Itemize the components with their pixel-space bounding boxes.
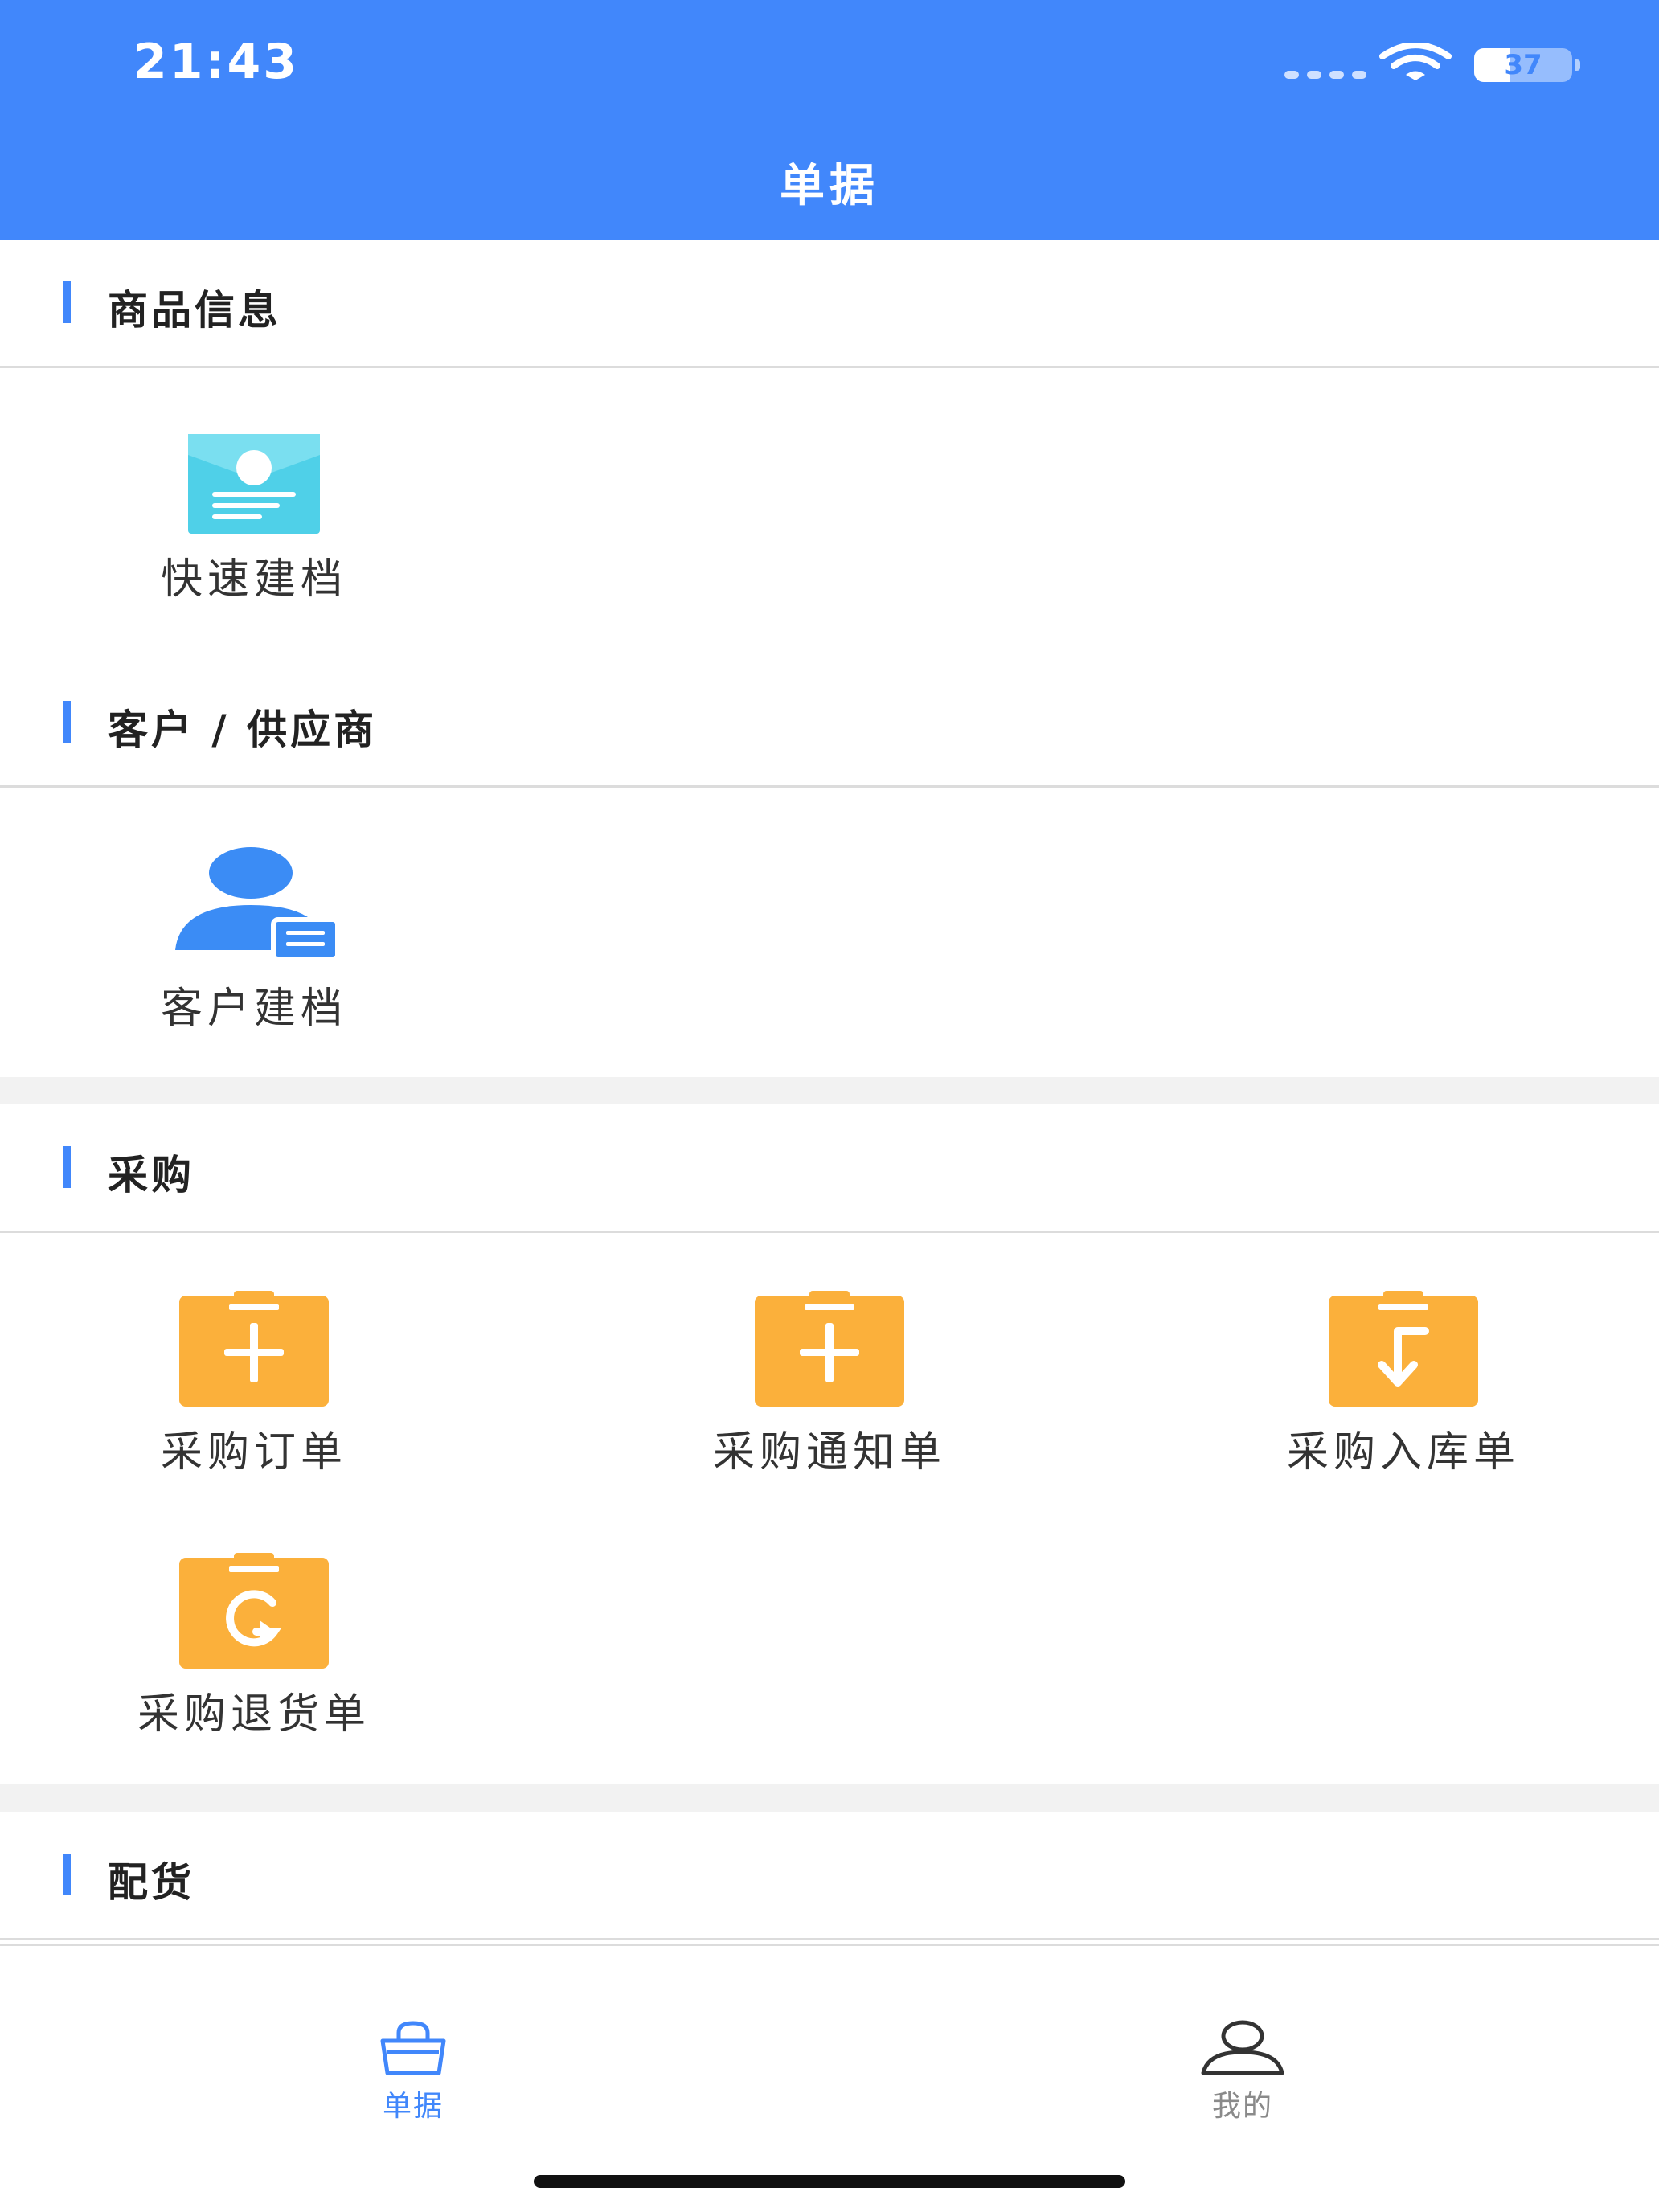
tile-purchase-order[interactable]: 采购订单 <box>77 1291 431 1478</box>
section-header-customer-supplier: 客户 / 供应商 <box>0 659 1659 788</box>
tab-mine[interactable]: 我的 <box>1138 2020 1347 2124</box>
clipboard-plus-icon <box>179 1291 329 1407</box>
section-title: 商品信息 <box>108 287 281 334</box>
tile-label: 采购退货单 <box>137 1690 371 1739</box>
battery-percentage: 37 <box>1504 49 1542 81</box>
battery-icon: 37 <box>1474 48 1582 82</box>
clipboard-plus-icon <box>755 1291 904 1407</box>
section-title: 配货 <box>108 1859 195 1906</box>
section-header-purchase: 采购 <box>0 1104 1659 1233</box>
tile-purchase-return[interactable]: 采购退货单 <box>77 1553 431 1740</box>
person-icon <box>1201 2020 1284 2075</box>
tile-label: 采购订单 <box>160 1428 347 1477</box>
archive-card-icon <box>188 434 320 534</box>
tab-label: 我的 <box>1211 2090 1273 2123</box>
top-bar: 21:43 37 单据 <box>0 0 1659 240</box>
section-header-product-info: 商品信息 <box>0 240 1659 368</box>
page-title: 单据 <box>780 160 879 212</box>
shopping-bag-icon <box>380 2021 446 2075</box>
section-title: 客户 / 供应商 <box>108 707 378 753</box>
section-accent-bar <box>63 701 71 743</box>
tile-quick-archive[interactable]: 快速建档 <box>77 434 431 605</box>
section-accent-bar <box>63 1146 71 1188</box>
tab-label: 单据 <box>382 2090 444 2123</box>
tile-label: 客户建档 <box>160 985 347 1033</box>
tile-label: 快速建档 <box>160 555 347 604</box>
section-separator <box>0 1784 1659 1812</box>
cellular-signal-icon <box>1284 71 1366 79</box>
section-header-distribution: 配货 <box>0 1812 1659 1940</box>
bottom-tab-bar: 单据 我的 <box>0 1944 1659 2212</box>
tile-purchase-notice[interactable]: 采购通知单 <box>653 1291 1006 1478</box>
clipboard-inbound-icon <box>1329 1291 1478 1407</box>
tile-customer-archive[interactable]: 客户建档 <box>77 846 431 1034</box>
tile-label: 采购入库单 <box>1286 1428 1520 1477</box>
section-separator <box>0 1077 1659 1104</box>
section-title: 采购 <box>108 1152 195 1198</box>
tab-documents[interactable]: 单据 <box>309 2020 518 2124</box>
clipboard-return-icon <box>179 1553 329 1669</box>
section-accent-bar <box>63 281 71 323</box>
tile-purchase-inbound[interactable]: 采购入库单 <box>1227 1291 1580 1478</box>
tile-label: 采购通知单 <box>712 1428 946 1477</box>
customer-card-icon <box>175 847 340 962</box>
section-accent-bar <box>63 1854 71 1895</box>
wifi-icon <box>1379 43 1452 80</box>
status-time: 21:43 <box>133 34 299 90</box>
home-indicator <box>534 2175 1125 2188</box>
